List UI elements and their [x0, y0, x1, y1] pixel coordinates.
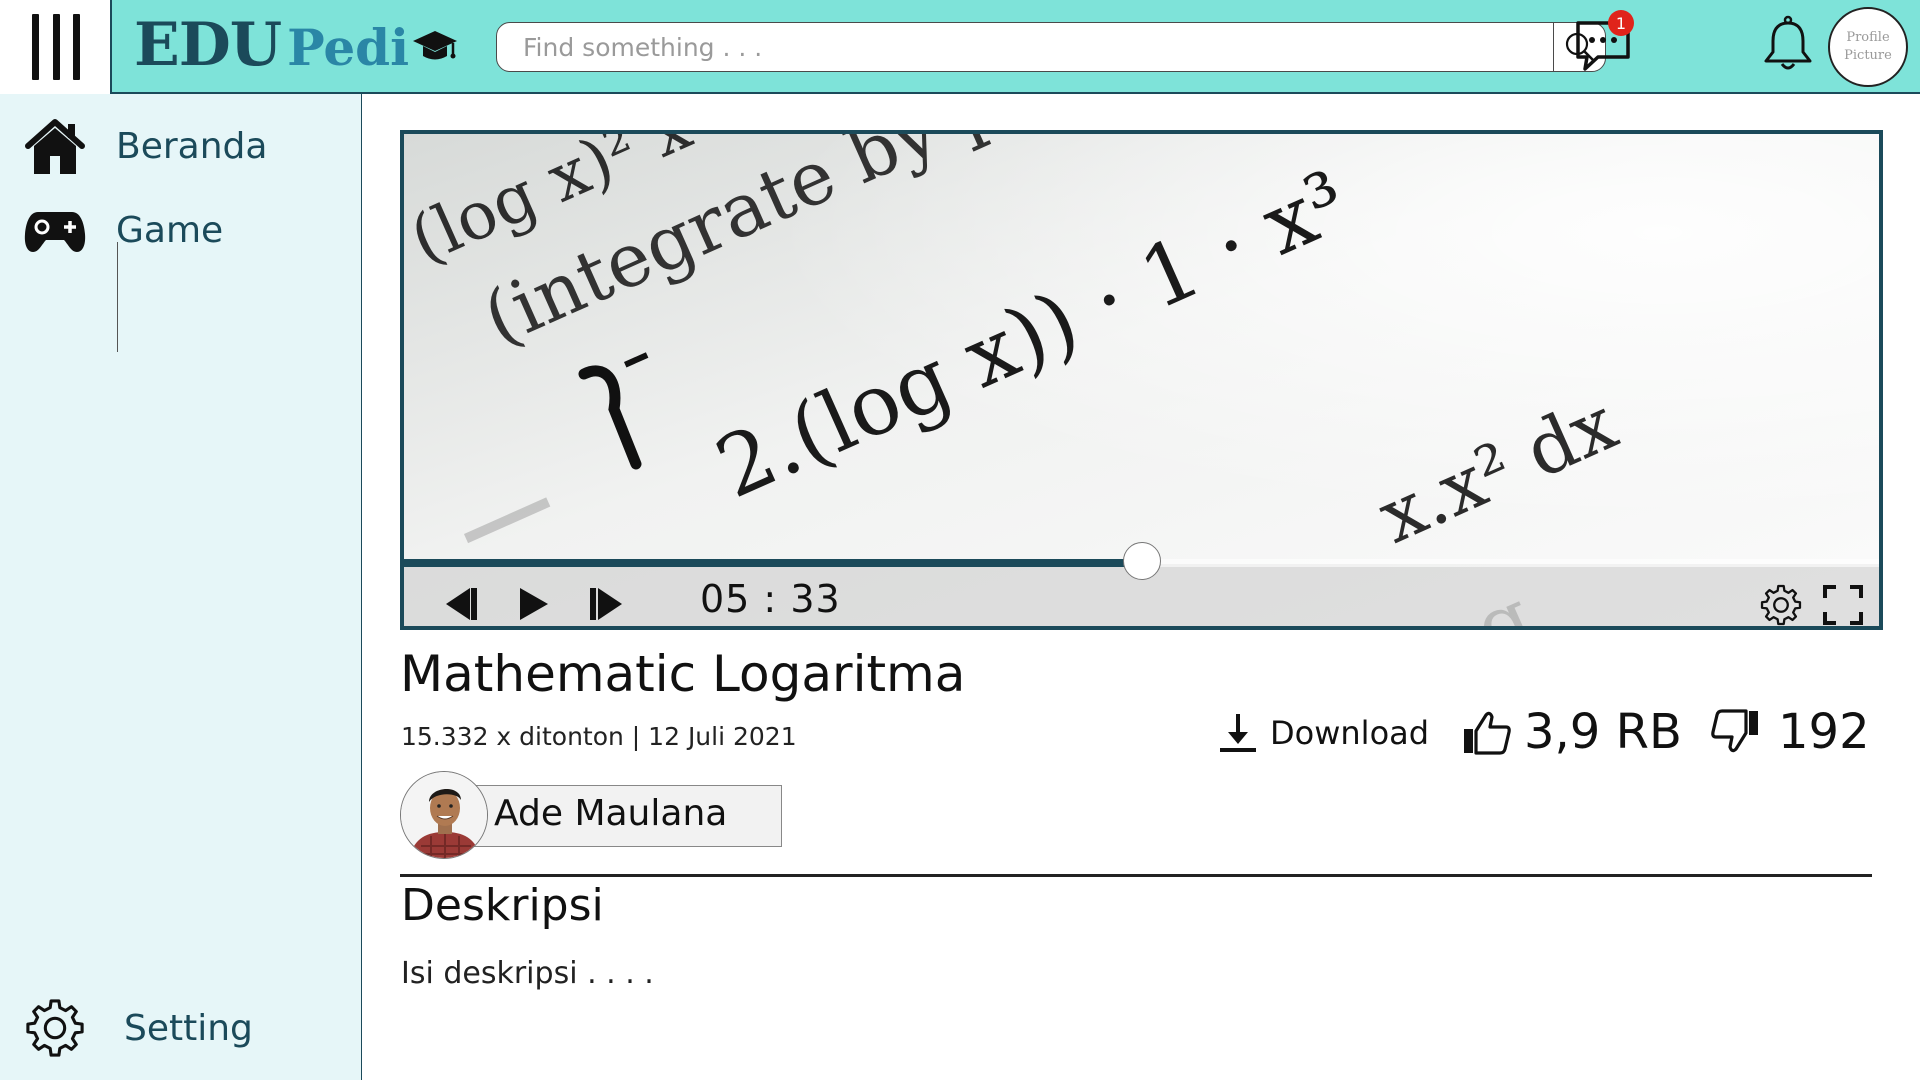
top-header: EDU Pedi [110, 0, 1920, 94]
like-button[interactable]: 3,9 RB [1462, 700, 1682, 764]
sidebar-item-label: Game [116, 210, 224, 251]
logo[interactable]: EDU Pedi [134, 10, 459, 80]
sidebar-item-label: Beranda [116, 126, 268, 167]
dislike-count: 192 [1778, 704, 1870, 760]
fullscreen-icon[interactable] [1822, 584, 1864, 626]
sidebar-item-beranda[interactable]: Beranda [0, 110, 362, 180]
previous-icon[interactable] [444, 586, 480, 622]
progress-thumb[interactable] [1122, 542, 1161, 580]
download-button[interactable]: Download [1218, 708, 1429, 758]
thumbs-up-icon [1464, 711, 1511, 755]
description-heading: Deskripsi [401, 880, 604, 931]
sidebar: Beranda Game Setting [0, 94, 362, 1080]
play-icon[interactable] [516, 586, 552, 622]
gear-icon [26, 999, 84, 1057]
bell-icon[interactable] [1760, 14, 1816, 74]
video-meta: 15.332 x ditonton | 12 Juli 2021 [401, 722, 797, 751]
search-bar [496, 22, 1606, 72]
video-title: Mathematic Logaritma [400, 645, 966, 703]
thumbs-down-icon [1711, 709, 1758, 753]
setting-label: Setting [124, 1008, 253, 1049]
progress-bar[interactable] [404, 542, 1879, 580]
dislike-button[interactable]: 192 [1710, 700, 1870, 764]
home-icon [25, 119, 85, 174]
download-label: Download [1270, 714, 1430, 752]
logo-pedi-text: Pedi [287, 18, 410, 77]
video-player[interactable]: (log x)² x² (integrate by pa 2.(log x)) … [400, 130, 1883, 630]
sidebar-item-game[interactable]: Game [0, 194, 362, 264]
sidebar-item-setting[interactable]: Setting [0, 994, 362, 1064]
hamburger-menu-icon[interactable] [32, 14, 80, 80]
profile-label-line1: Profile [1846, 30, 1890, 45]
settings-gear-icon[interactable] [1760, 584, 1802, 626]
download-icon [1220, 714, 1256, 752]
progress-fill [404, 559, 1142, 567]
section-divider [400, 874, 1872, 877]
like-count: 3,9 RB [1524, 704, 1682, 760]
graduation-cap-icon [413, 31, 458, 60]
channel-name: Ade Maulana [494, 793, 728, 834]
profile-label-line2: Picture [1844, 48, 1892, 63]
next-icon[interactable] [588, 586, 624, 622]
logo-edu-text: EDU [134, 10, 282, 80]
avatar [400, 771, 488, 859]
notification-badge: 1 [1608, 10, 1634, 36]
description-body: Isi deskripsi . . . . [401, 956, 654, 991]
profile-picture[interactable]: Profile Picture [1828, 7, 1908, 87]
playback-time: 05 : 33 [700, 577, 841, 621]
gamepad-icon [24, 212, 86, 252]
menu-area [0, 0, 110, 94]
search-input[interactable] [497, 23, 1537, 71]
